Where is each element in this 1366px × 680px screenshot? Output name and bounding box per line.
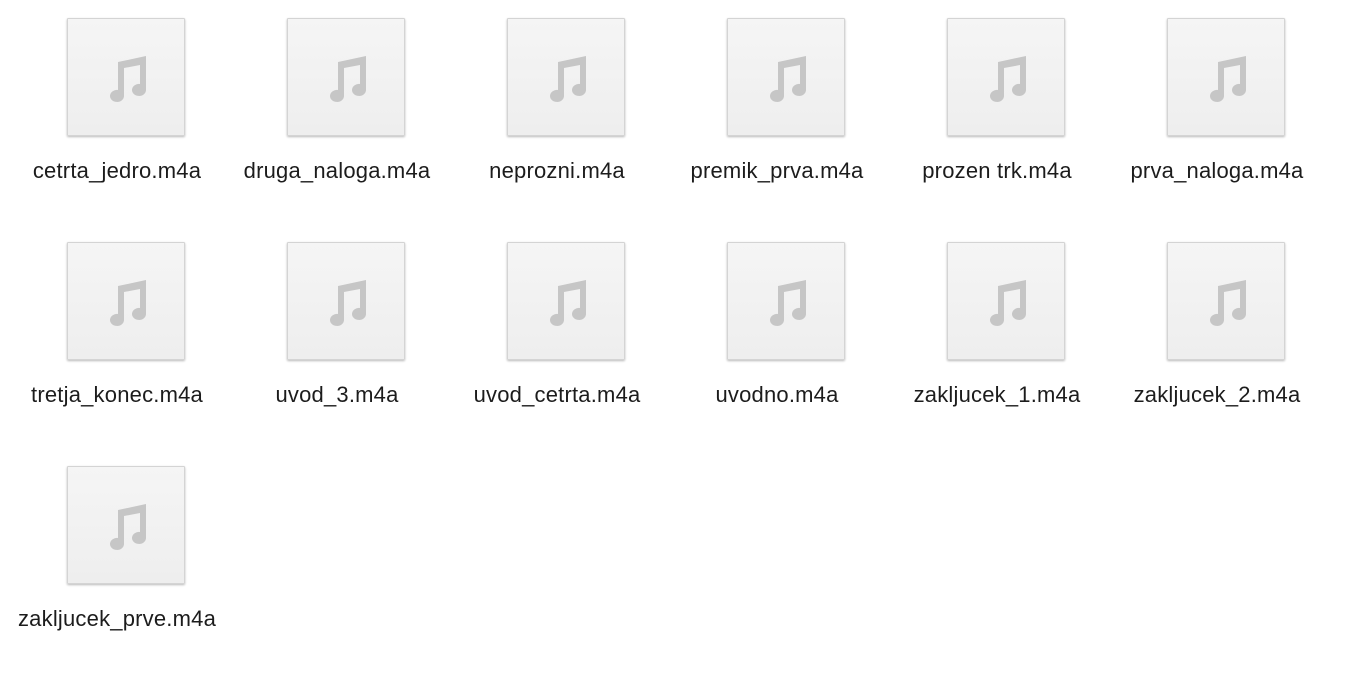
file-item[interactable]: uvodno.m4a: [677, 242, 877, 442]
audio-file-thumbnail[interactable]: [727, 242, 845, 360]
file-item[interactable]: uvod_3.m4a: [237, 242, 437, 442]
audio-file-thumbnail[interactable]: [67, 466, 185, 584]
audio-file-thumbnail[interactable]: [67, 18, 185, 136]
audio-file-thumbnail[interactable]: [287, 18, 405, 136]
music-note-icon: [330, 56, 366, 102]
file-name-label[interactable]: cetrta_jedro.m4a: [17, 155, 217, 187]
file-item[interactable]: zakljucek_prve.m4a: [17, 466, 217, 666]
file-grid: cetrta_jedro.m4a druga_naloga.m4a neproz…: [0, 0, 1366, 680]
music-note-icon: [990, 56, 1026, 102]
file-name-label[interactable]: druga_naloga.m4a: [237, 155, 437, 187]
file-item[interactable]: tretja_konec.m4a: [17, 242, 217, 442]
music-note-icon: [550, 56, 586, 102]
music-note-icon: [770, 56, 806, 102]
audio-file-thumbnail[interactable]: [947, 242, 1065, 360]
audio-file-thumbnail[interactable]: [287, 242, 405, 360]
file-item[interactable]: neprozni.m4a: [457, 18, 657, 218]
audio-file-thumbnail[interactable]: [507, 18, 625, 136]
music-note-icon: [110, 280, 146, 326]
file-item[interactable]: prva_naloga.m4a: [1117, 18, 1317, 218]
music-note-icon: [1210, 56, 1246, 102]
music-note-icon: [550, 280, 586, 326]
file-item[interactable]: zakljucek_2.m4a: [1117, 242, 1317, 442]
file-name-label[interactable]: prva_naloga.m4a: [1117, 155, 1317, 187]
file-name-label[interactable]: uvodno.m4a: [677, 379, 877, 411]
file-item[interactable]: zakljucek_1.m4a: [897, 242, 1097, 442]
music-note-icon: [110, 56, 146, 102]
audio-file-thumbnail[interactable]: [1167, 242, 1285, 360]
music-note-icon: [110, 504, 146, 550]
file-name-label[interactable]: neprozni.m4a: [457, 155, 657, 187]
file-item[interactable]: prozen trk.m4a: [897, 18, 1097, 218]
audio-file-thumbnail[interactable]: [727, 18, 845, 136]
file-item[interactable]: premik_prva.m4a: [677, 18, 877, 218]
file-name-label[interactable]: zakljucek_1.m4a: [897, 379, 1097, 411]
file-name-label[interactable]: uvod_cetrta.m4a: [457, 379, 657, 411]
file-item[interactable]: cetrta_jedro.m4a: [17, 18, 217, 218]
music-note-icon: [770, 280, 806, 326]
music-note-icon: [330, 280, 366, 326]
audio-file-thumbnail[interactable]: [67, 242, 185, 360]
file-name-label[interactable]: tretja_konec.m4a: [17, 379, 217, 411]
file-name-label[interactable]: zakljucek_prve.m4a: [17, 603, 217, 635]
music-note-icon: [1210, 280, 1246, 326]
audio-file-thumbnail[interactable]: [507, 242, 625, 360]
file-name-label[interactable]: zakljucek_2.m4a: [1117, 379, 1317, 411]
audio-file-thumbnail[interactable]: [1167, 18, 1285, 136]
file-name-label[interactable]: prozen trk.m4a: [897, 155, 1097, 187]
file-name-label[interactable]: uvod_3.m4a: [237, 379, 437, 411]
file-name-label[interactable]: premik_prva.m4a: [677, 155, 877, 187]
file-item[interactable]: druga_naloga.m4a: [237, 18, 437, 218]
audio-file-thumbnail[interactable]: [947, 18, 1065, 136]
file-item[interactable]: uvod_cetrta.m4a: [457, 242, 657, 442]
music-note-icon: [990, 280, 1026, 326]
